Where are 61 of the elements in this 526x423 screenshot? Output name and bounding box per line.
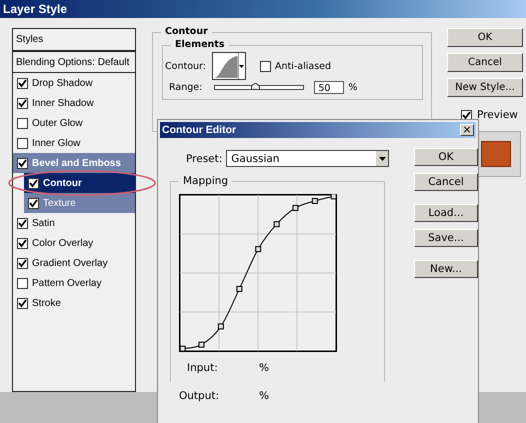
list-item[interactable]: Contour [24,173,135,193]
contour-curve-icon [214,53,238,79]
dialog-button[interactable]: New... [414,260,478,278]
unit-label: % [348,82,358,93]
dialog-title: Contour Editor [162,124,236,136]
close-button[interactable]: × [460,124,474,136]
slider-thumb[interactable] [250,83,260,90]
checkbox[interactable] [17,258,28,268]
list-item[interactable]: Bevel and Emboss [13,153,135,173]
checkbox-label: Preview [477,109,518,121]
field-label: Range: [169,82,202,93]
group-title: Mapping [179,175,232,187]
field-label: Output: [179,390,220,402]
list-item[interactable]: Texture [24,193,135,213]
checkbox[interactable] [260,60,271,72]
checkbox[interactable] [17,118,28,128]
checkbox[interactable] [17,298,28,308]
dialog-button[interactable]: New Style... [447,78,523,97]
checkbox[interactable] [28,178,39,188]
list-item[interactable]: Drop Shadow [13,73,135,93]
range-input[interactable]: 50 [314,81,344,94]
contour-picker[interactable] [212,52,246,80]
checkbox[interactable] [17,158,28,168]
checkbox[interactable] [17,98,28,108]
dialog-button[interactable]: Load... [414,204,478,222]
dialog-button[interactable]: Save... [414,229,478,247]
checkbox[interactable] [17,218,28,228]
list-item[interactable]: Blending Options: Default [13,52,135,73]
window-title: Layer Style [3,2,68,16]
list-item[interactable]: Color Overlay [13,233,135,253]
field-label: Input: [186,362,219,374]
caret-icon [376,151,388,166]
checkbox[interactable] [28,198,39,208]
list-item[interactable]: Satin [13,213,135,233]
checkbox[interactable] [17,138,28,148]
unit-label: % [259,390,270,402]
dialog-button[interactable]: OK [414,148,478,166]
dialog-button[interactable]: Cancel [447,53,523,72]
panel-header: Styles [13,29,135,52]
list-item[interactable]: Gradient Overlay [13,253,135,273]
field-label: Preset: [186,152,222,164]
checkbox-label: Anti-aliased [274,60,332,72]
checkbox[interactable] [17,238,28,248]
slider-track[interactable] [214,85,304,90]
checkbox[interactable] [17,78,28,88]
dialog-button[interactable]: OK [447,28,523,47]
caret-icon [238,53,245,79]
list-item[interactable]: Inner Glow [13,133,135,153]
unit-label: % [259,362,270,374]
checkbox[interactable] [17,278,28,288]
preset-dropdown[interactable]: Gaussian [226,150,390,167]
group-title: Contour [161,26,212,37]
list-item[interactable]: Pattern Overlay [13,273,135,293]
dialog-button[interactable]: Cancel [414,173,478,191]
list-item[interactable]: Stroke [13,293,135,313]
field-label: Contour: [165,60,206,72]
list-item[interactable]: Inner Shadow [13,93,135,113]
checkbox[interactable] [461,110,472,120]
preview-swatch [481,141,511,167]
list-item[interactable]: Outer Glow [13,113,135,133]
group-title: Elements [171,39,228,50]
